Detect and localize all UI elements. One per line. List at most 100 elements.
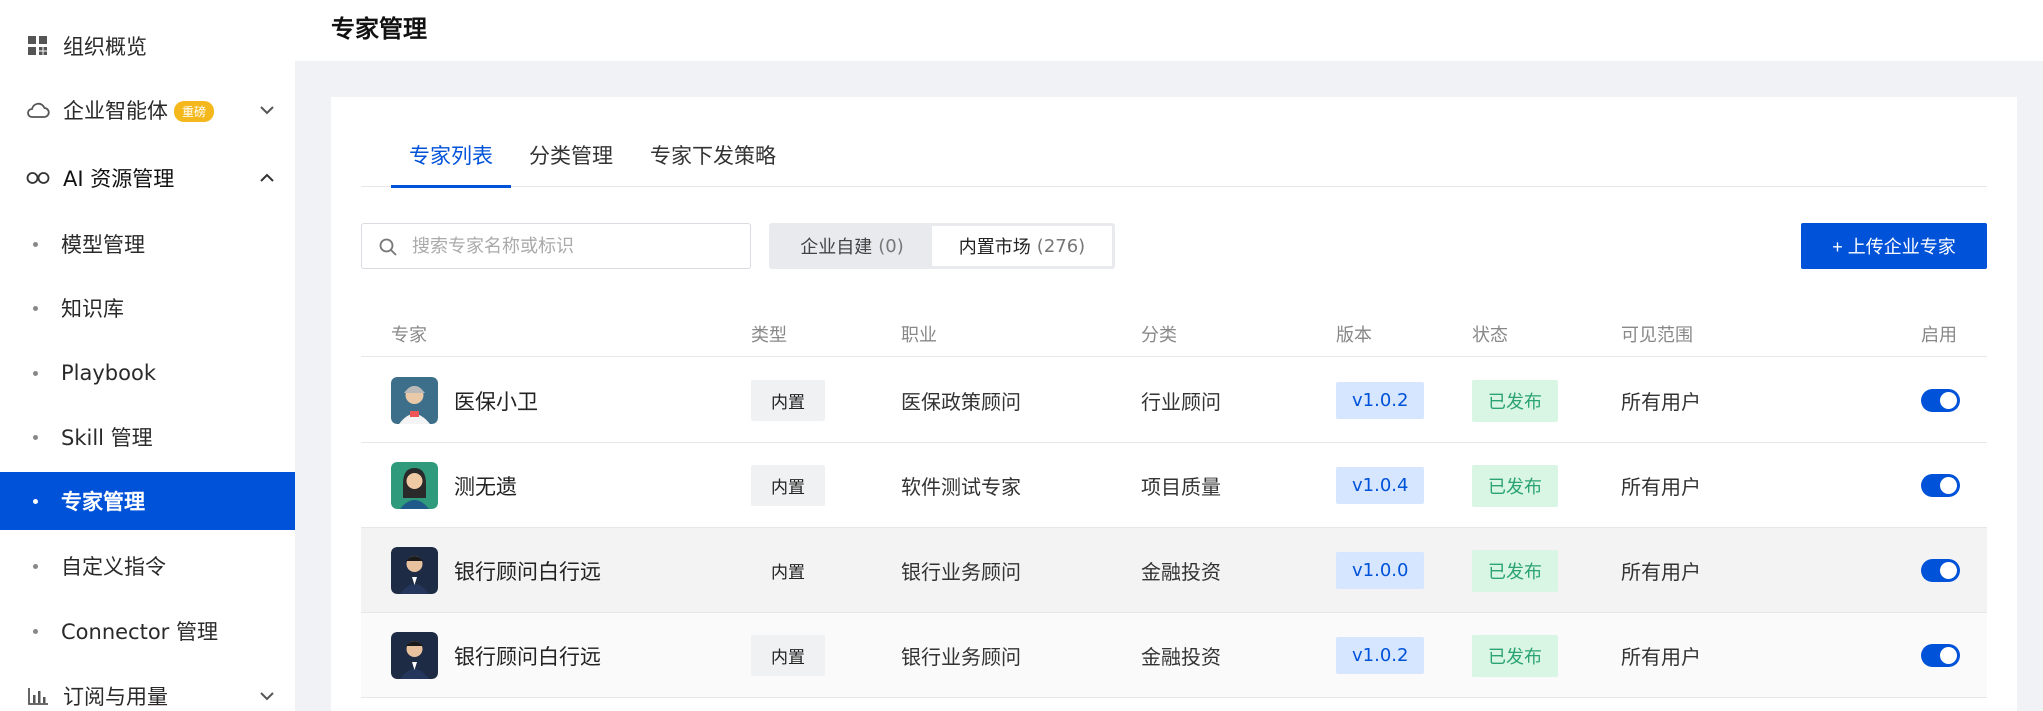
sidebar-item-label: 组织概览 (63, 35, 147, 59)
expert-name: 银行顾问白行远 (454, 644, 601, 669)
bullet-icon (33, 305, 38, 311)
main-card: 专家列表 分类管理 专家下发策略 企业自建(0) 内置市场(276) + 上传企… (331, 97, 2017, 711)
enable-toggle[interactable] (1921, 559, 1960, 582)
sidebar-item-label: 知识库 (61, 297, 124, 321)
search-icon (379, 238, 397, 256)
source-segmented-control: 企业自建 (0) 内置市场 (276) (769, 223, 1115, 269)
column-header: 分类 (1141, 325, 1177, 346)
column-header: 版本 (1336, 325, 1372, 346)
enable-toggle[interactable] (1921, 644, 1960, 667)
type-tag: 内置 (751, 380, 825, 421)
search-box (361, 223, 751, 269)
scope-cell: 所有用户 (1621, 645, 1701, 669)
sidebar-item-org-overview[interactable]: 组织概览 (0, 22, 295, 70)
infinity-icon (26, 166, 50, 190)
upload-expert-button[interactable]: + 上传企业专家 (1801, 223, 1987, 269)
category-cell: 金融投资 (1141, 560, 1221, 584)
job-cell: 医保政策顾问 (901, 390, 1021, 414)
bullet-icon (33, 370, 38, 376)
grid-icon (26, 34, 50, 58)
expert-name: 医保小卫 (454, 389, 538, 414)
scope-cell: 所有用户 (1621, 475, 1701, 499)
bullet-icon (33, 563, 38, 569)
job-cell: 银行业务顾问 (901, 645, 1021, 669)
column-header: 可见范围 (1621, 325, 1693, 346)
sidebar-item-label: 专家管理 (61, 490, 145, 514)
expert-name: 测无遗 (454, 474, 517, 499)
sidebar-item-label: 订阅与用量 (63, 685, 168, 709)
sidebar-item-label: Skill 管理 (61, 426, 153, 450)
table-row[interactable]: 医保小卫 内置 医保政策顾问 行业顾问 v1.0.2 已发布 所有用户 (361, 358, 1987, 443)
bar-chart-icon (26, 684, 50, 708)
sidebar-item-label: AI 资源管理 (63, 167, 175, 191)
bullet-icon (33, 241, 38, 247)
expert-avatar (391, 632, 438, 679)
chevron-down-icon[interactable] (257, 100, 277, 120)
column-header: 专家 (391, 325, 427, 346)
sidebar-item-connectors[interactable]: Connector 管理 (0, 602, 295, 660)
table-row[interactable]: 测无遗 内置 软件测试专家 项目质量 v1.0.4 已发布 所有用户 (361, 443, 1987, 528)
table-row[interactable]: 银行顾问白行远 内置 银行业务顾问 金融投资 v1.0.2 已发布 所有用户 (361, 613, 1987, 698)
expert-name: 银行顾问白行远 (454, 559, 601, 584)
sidebar-item-subscription[interactable]: 订阅与用量 (0, 672, 295, 711)
expert-avatar (391, 462, 438, 509)
page-header: 专家管理 (295, 0, 2043, 61)
cloud-icon (26, 98, 50, 122)
status-badge: 已发布 (1472, 379, 1558, 422)
version-tag: v1.0.2 (1336, 382, 1425, 419)
sidebar-item-label: 企业智能体 (63, 99, 168, 123)
segment-count: (276) (1036, 235, 1086, 257)
tab-distribution-policy[interactable]: 专家下发策略 (650, 137, 776, 187)
column-header: 职业 (901, 325, 937, 346)
chevron-down-icon[interactable] (257, 686, 277, 706)
type-tag: 内置 (751, 465, 825, 506)
tab-bar: 专家列表 分类管理 专家下发策略 (361, 137, 1987, 188)
chevron-up-icon[interactable] (257, 168, 277, 188)
column-header: 状态 (1472, 325, 1508, 346)
scope-cell: 所有用户 (1621, 560, 1701, 584)
sidebar: 组织概览 企业智能体 重磅 AI 资源管理 模型管理 知识库 Playbook S… (0, 0, 295, 711)
job-cell: 软件测试专家 (901, 475, 1021, 499)
sidebar-item-label: 模型管理 (61, 233, 145, 257)
version-tag: v1.0.2 (1336, 637, 1425, 674)
search-input[interactable] (412, 224, 732, 268)
sidebar-item-ai-resources[interactable]: AI 资源管理 (0, 154, 295, 202)
expert-avatar (391, 377, 438, 424)
sidebar-item-enterprise-agents[interactable]: 企业智能体 重磅 (0, 86, 295, 134)
sidebar-item-models[interactable]: 模型管理 (0, 215, 295, 273)
status-badge: 已发布 (1472, 549, 1558, 592)
segment-label: 内置市场 (958, 237, 1031, 258)
page-title: 专家管理 (331, 15, 427, 43)
tab-category-management[interactable]: 分类管理 (529, 137, 613, 187)
sidebar-item-playbook[interactable]: Playbook (0, 344, 295, 402)
type-tag: 内置 (771, 563, 805, 583)
status-badge: 已发布 (1472, 464, 1558, 507)
sidebar-item-skills[interactable]: Skill 管理 (0, 408, 295, 466)
sidebar-item-label: Connector 管理 (61, 620, 218, 644)
column-header: 类型 (751, 325, 787, 346)
segment-market[interactable]: 内置市场 (276) (932, 226, 1112, 266)
bullet-icon (33, 434, 38, 440)
category-cell: 金融投资 (1141, 645, 1221, 669)
version-tag: v1.0.4 (1336, 467, 1425, 504)
enable-toggle[interactable] (1921, 389, 1960, 412)
hot-badge: 重磅 (174, 101, 215, 122)
table-row[interactable]: 银行顾问白行远 内置 银行业务顾问 金融投资 v1.0.0 已发布 所有用户 (361, 528, 1987, 613)
status-badge: 已发布 (1472, 634, 1558, 677)
category-cell: 项目质量 (1141, 475, 1221, 499)
sidebar-item-custom-instructions[interactable]: 自定义指令 (0, 537, 295, 595)
scope-cell: 所有用户 (1621, 390, 1701, 414)
enable-toggle[interactable] (1921, 474, 1960, 497)
job-cell: 银行业务顾问 (901, 560, 1021, 584)
bullet-icon (33, 498, 38, 504)
segment-count: (0) (878, 235, 904, 257)
tab-expert-list[interactable]: 专家列表 (391, 137, 511, 188)
sidebar-item-experts[interactable]: 专家管理 (0, 472, 295, 530)
sidebar-item-knowledge-base[interactable]: 知识库 (0, 279, 295, 337)
segment-enterprise[interactable]: 企业自建 (0) (772, 226, 932, 266)
expert-avatar (391, 547, 438, 594)
category-cell: 行业顾问 (1141, 390, 1221, 414)
segment-label: 企业自建 (800, 237, 873, 258)
sidebar-item-label: Playbook (61, 361, 156, 385)
type-tag: 内置 (751, 635, 825, 676)
